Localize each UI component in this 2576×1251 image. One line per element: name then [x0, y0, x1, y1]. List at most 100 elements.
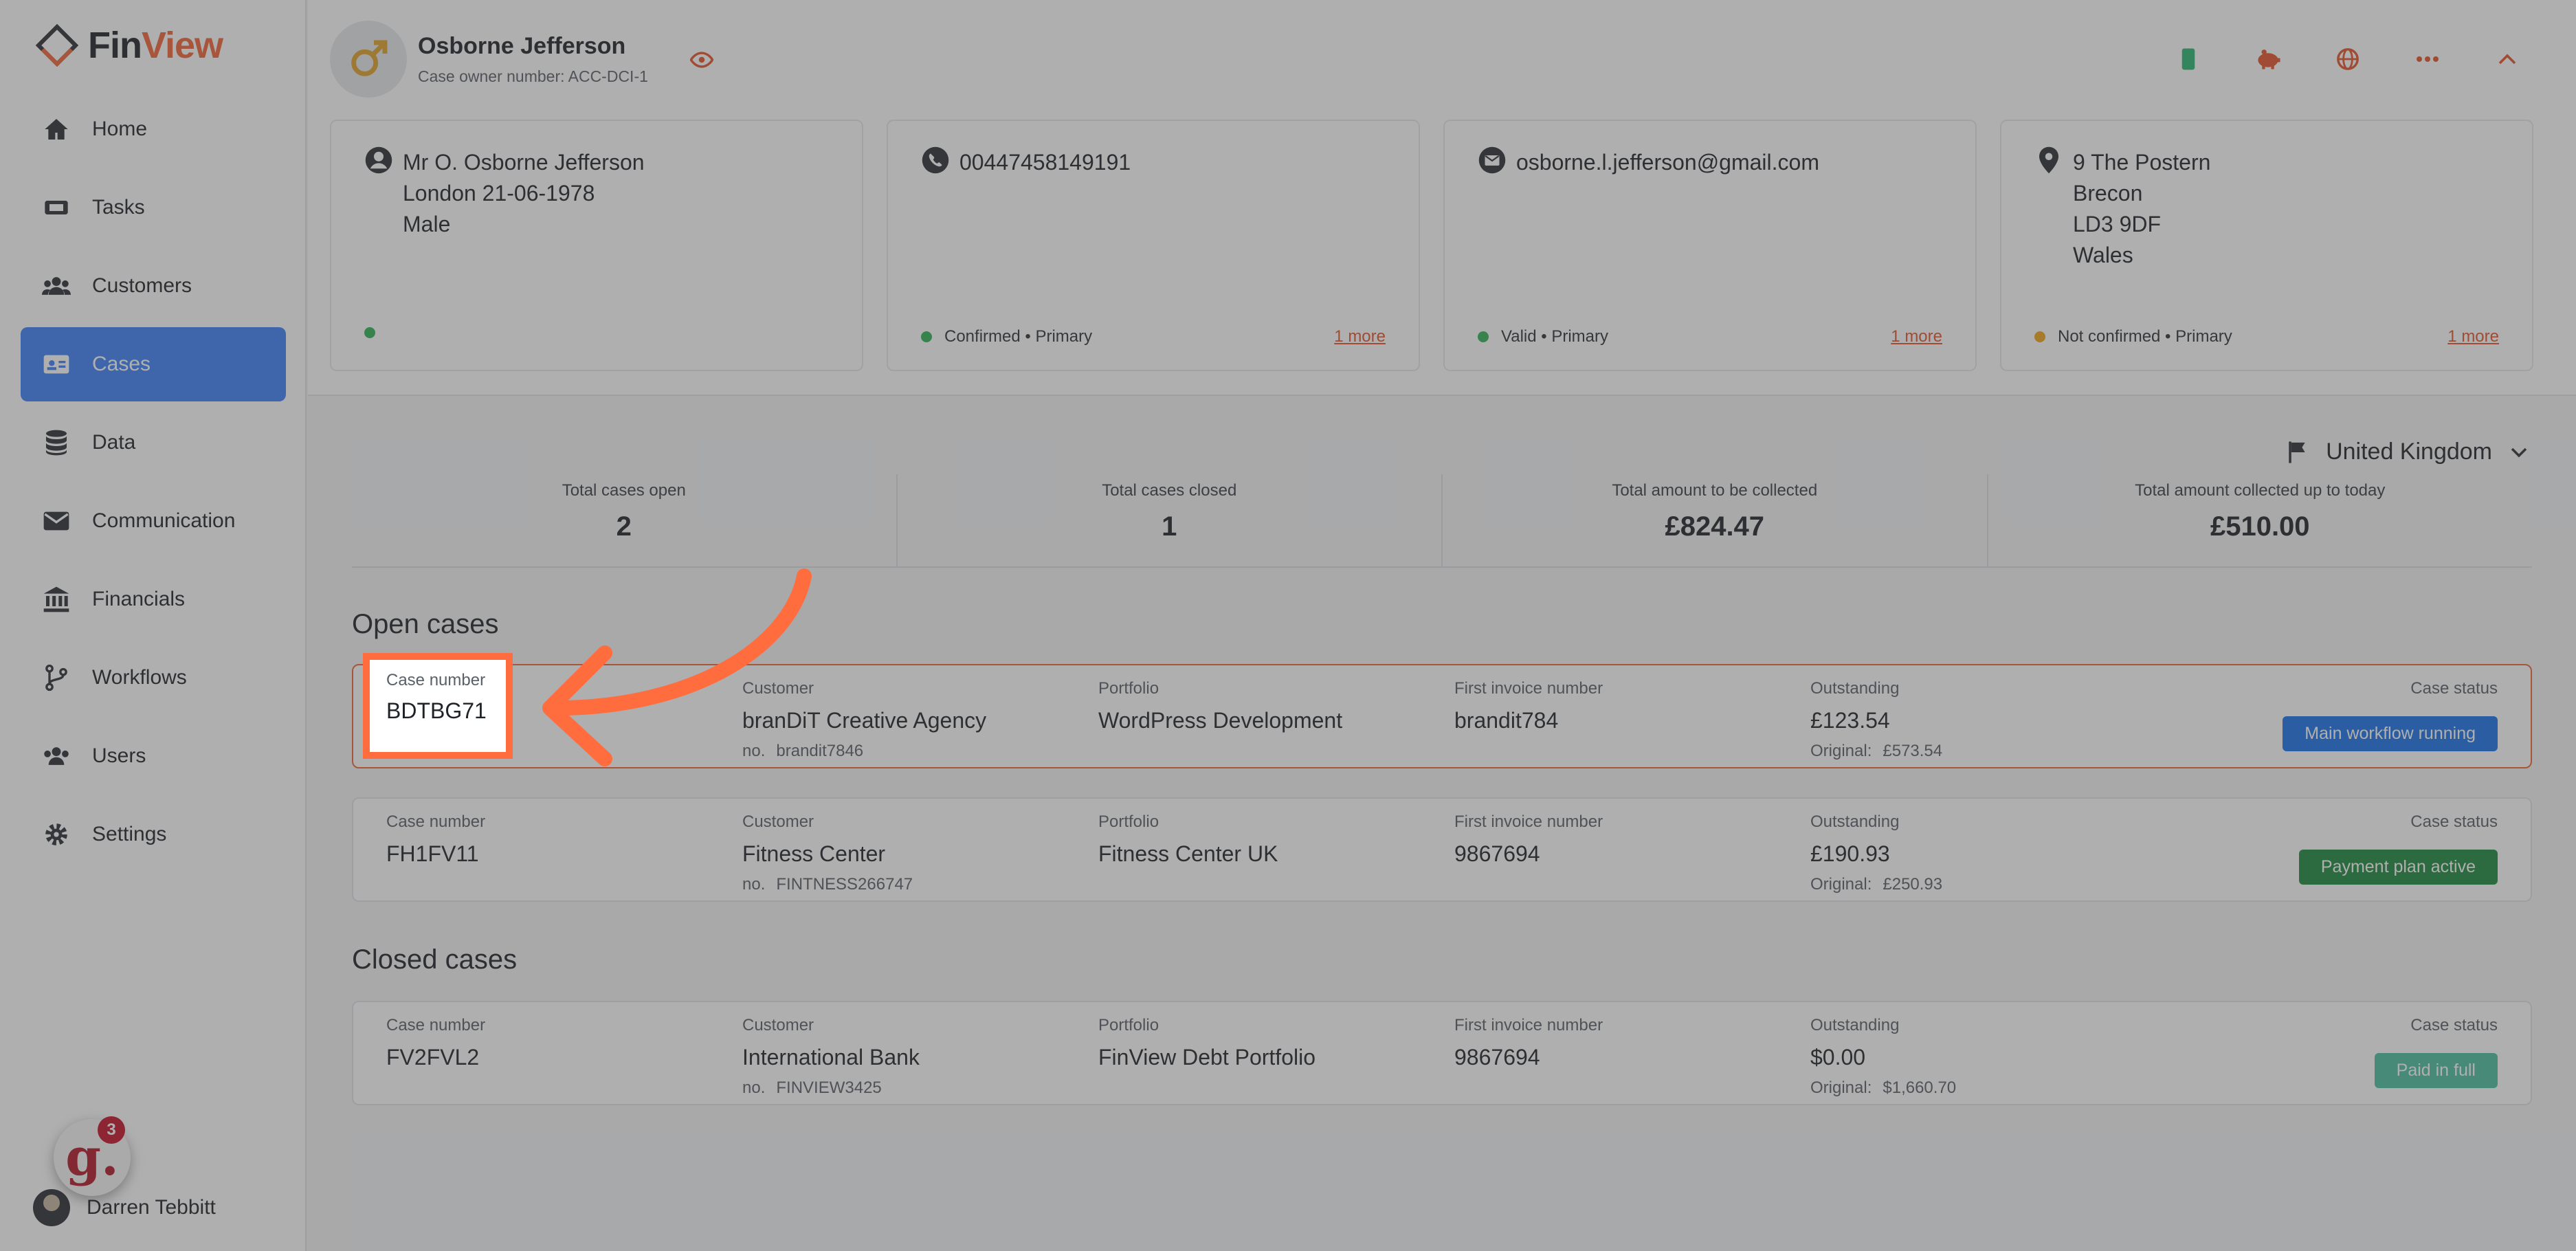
address-line: Wales	[2073, 243, 2133, 267]
sidebar-item-tasks[interactable]: Tasks	[21, 170, 286, 245]
portfolio-cell: Portfolio FinView Debt Portfolio	[1098, 1016, 1315, 1070]
envelope-icon	[41, 506, 71, 536]
customer-header: Osborne Jefferson Case owner number: ACC…	[308, 0, 2576, 396]
sidebar-item-data[interactable]: Data	[21, 406, 286, 480]
closed-cases-title: Closed cases	[352, 944, 518, 975]
sidebar-item-label: Cases	[92, 353, 151, 375]
tutorial-arrow-icon	[542, 568, 812, 766]
sidebar-item-cases[interactable]: Cases	[21, 327, 286, 401]
case-row[interactable]: Case number FV2FVL2 Customer International…	[352, 1001, 2532, 1105]
gender-male-avatar	[330, 21, 407, 98]
highlighted-case-number[interactable]: Case number BDTBG71	[363, 653, 513, 759]
outstanding-cell: Outstanding £190.93 Original: £250.93	[1810, 812, 1943, 894]
portfolio-cell: Portfolio WordPress Development	[1098, 679, 1343, 733]
phone-info-card[interactable]: 00447458149191 Confirmed • Primary 1 mor…	[887, 120, 1420, 371]
country-name: United Kingdom	[2326, 439, 2492, 465]
status-badge: Main workflow running	[2283, 716, 2498, 751]
status-indicator	[364, 327, 388, 338]
more-options-icon[interactable]	[2414, 45, 2441, 73]
sidebar-item-customers[interactable]: Customers	[21, 249, 286, 323]
sidebar-item-label: Home	[92, 118, 148, 140]
stat-amount-to-collect: Total amount to be collected £824.47	[1443, 474, 1988, 566]
current-user[interactable]: Darren Tebbitt	[33, 1189, 216, 1226]
address-status: Not confirmed • Primary	[2034, 327, 2232, 346]
customer-name: Osborne Jefferson	[418, 33, 626, 59]
sidebar-item-label: Data	[92, 431, 136, 454]
branch-icon	[41, 663, 71, 693]
highlighted-label: Case number	[386, 671, 486, 689]
invoice-cell: First invoice number 9867694	[1454, 1016, 1603, 1070]
stat-total-open: Total cases open 2	[352, 474, 898, 566]
main-nav: Home Tasks Customers Cases Data Communic…	[21, 92, 286, 876]
country-selector[interactable]: United Kingdom	[2287, 439, 2528, 465]
finview-logo-icon	[36, 24, 78, 67]
piggy-bank-icon[interactable]	[2254, 45, 2282, 73]
sidebar-item-label: Financials	[92, 588, 186, 610]
address-more-link[interactable]: 1 more	[2447, 327, 2499, 346]
gear-icon	[41, 819, 71, 850]
logo-text: FinView	[88, 25, 223, 66]
highlighted-value: BDTBG71	[386, 698, 487, 723]
email-info-card[interactable]: osborne.l.jefferson@gmail.com Valid • Pr…	[1443, 120, 1977, 371]
sidebar-item-communication[interactable]: Communication	[21, 484, 286, 558]
email-address: osborne.l.jefferson@gmail.com	[1516, 150, 1819, 175]
case-number-cell: Case number FV2FVL2	[386, 1016, 486, 1070]
outstanding-cell: Outstanding $0.00 Original: $1,660.70	[1810, 1016, 1957, 1097]
envelope-circle-icon	[1478, 146, 1506, 174]
personal-info-card[interactable]: Mr O. Osborne Jefferson London 21-06-197…	[330, 120, 863, 371]
cases-main: United Kingdom Total cases open 2 Total c…	[308, 397, 2576, 1251]
orange-status-dot	[2034, 331, 2045, 342]
address-info-card[interactable]: 9 The Postern Brecon LD3 9DF Wales Not c…	[2000, 120, 2533, 371]
address-line: LD3 9DF	[2073, 212, 2162, 236]
phone-icon	[922, 146, 949, 174]
user-circle-icon	[365, 146, 392, 174]
id-card-icon	[41, 349, 71, 379]
email-more-link[interactable]: 1 more	[1891, 327, 1942, 346]
case-number-cell: Case number FH1FV11	[386, 812, 486, 866]
personal-birth-line: London 21-06-1978	[403, 181, 595, 206]
sidebar-item-workflows[interactable]: Workflows	[21, 641, 286, 715]
chevron-down-icon	[2511, 447, 2527, 457]
sidebar-item-financials[interactable]: Financials	[21, 562, 286, 636]
green-status-dot	[921, 331, 932, 342]
sidebar-item-label: Customers	[92, 274, 192, 297]
phone-number: 00447458149191	[959, 150, 1131, 175]
customer-cell: Customer Fitness Center no. FINTNESS266747	[742, 812, 913, 894]
email-status: Valid • Primary	[1478, 327, 1608, 346]
users-icon	[41, 741, 71, 771]
contact-info-cards: Mr O. Osborne Jefferson London 21-06-197…	[330, 120, 2533, 371]
portfolio-cell: Portfolio Fitness Center UK	[1098, 812, 1278, 866]
case-status-cell: Case status Main workflow running	[2283, 679, 2498, 751]
personal-name-line: Mr O. Osborne Jefferson	[403, 150, 645, 175]
avatar	[33, 1189, 70, 1226]
sidebar-item-home[interactable]: Home	[21, 92, 286, 166]
ticket-icon	[41, 192, 71, 223]
sidebar-item-users[interactable]: Users	[21, 719, 286, 793]
outstanding-cell: Outstanding £123.54 Original: £573.54	[1810, 679, 1943, 760]
sidebar-item-label: Communication	[92, 509, 236, 532]
sidebar-item-settings[interactable]: Settings	[21, 797, 286, 872]
chevron-up-icon[interactable]	[2494, 45, 2521, 73]
user-name: Darren Tebbitt	[87, 1196, 216, 1219]
guide-widget[interactable]: g. 3	[54, 1116, 131, 1196]
case-row[interactable]: Case number FH1FV11 Customer Fitness Cente…	[352, 797, 2532, 902]
stat-total-closed: Total cases closed 1	[898, 474, 1443, 566]
customer-cell: Customer International Bank no. FINVIEW342…	[742, 1016, 920, 1097]
home-icon	[41, 114, 71, 144]
globe-icon[interactable]	[2334, 45, 2362, 73]
eye-icon[interactable]	[690, 48, 713, 71]
case-stats: Total cases open 2 Total cases closed 1 To…	[352, 474, 2532, 568]
people-icon	[41, 271, 71, 301]
invoice-cell: First invoice number 9867694	[1454, 812, 1603, 866]
status-badge: Payment plan active	[2298, 850, 2498, 885]
sidebar-item-label: Settings	[92, 823, 167, 845]
phone-more-link[interactable]: 1 more	[1334, 327, 1386, 346]
finview-logo[interactable]: FinView	[36, 21, 223, 70]
male-symbol-icon	[351, 40, 388, 76]
personal-gender-line: Male	[403, 212, 451, 236]
mobile-phone-icon[interactable]	[2175, 45, 2202, 73]
open-cases-title: Open cases	[352, 609, 499, 639]
phone-status: Confirmed • Primary	[921, 327, 1092, 346]
address-line: Brecon	[2073, 181, 2143, 206]
database-icon	[41, 428, 71, 458]
